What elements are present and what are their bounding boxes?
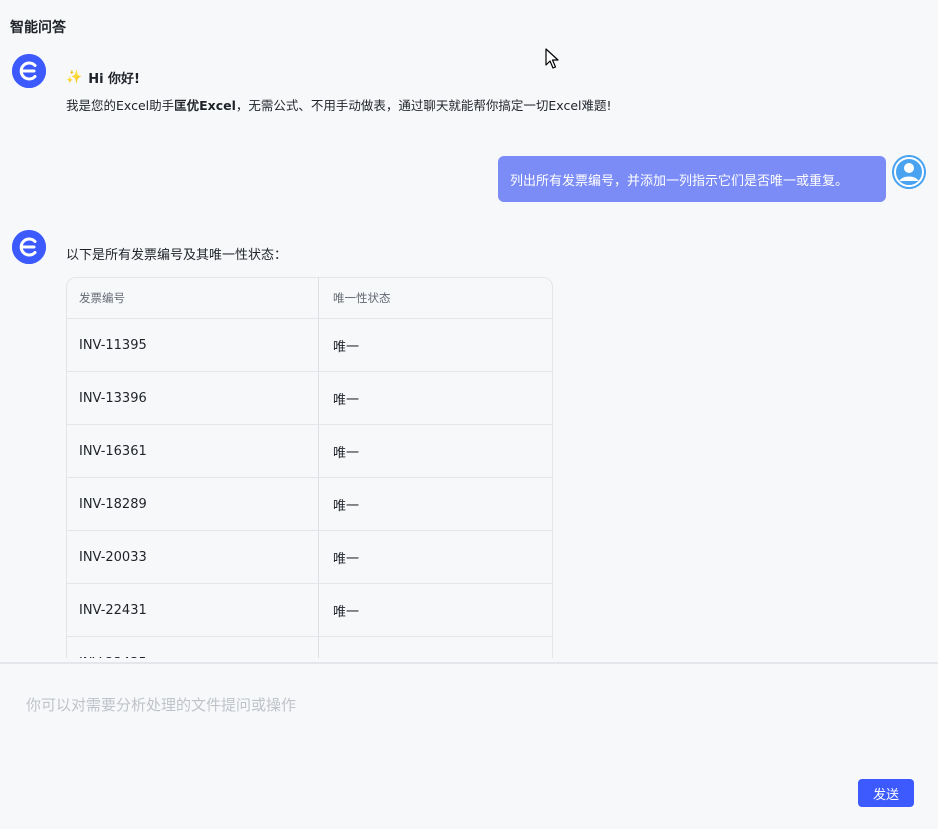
chat-history[interactable]: ✨ Hi 你好! 我是您的Excel助手匡优Excel，无需公式、不用手动做表，… [0, 40, 938, 658]
invoice-number-cell: INV-13396 [67, 372, 319, 424]
uniqueness-cell: 唯一 [333, 604, 360, 620]
invoice-number-cell: INV-23435 [67, 637, 319, 658]
bot-avatar [12, 54, 46, 88]
uniqueness-cell: 唯一 [333, 445, 360, 461]
column-header-invoice-number: 发票编号 [67, 278, 319, 318]
invoice-number-cell: INV-11395 [67, 319, 319, 371]
intro-suffix: ，无需公式、不用手动做表，通过聊天就能帮你搞定一切Excel难题! [235, 98, 612, 113]
composer: 发送 [0, 664, 938, 829]
prompt-input[interactable] [26, 690, 906, 720]
greeting-intro: 我是您的Excel助手匡优Excel，无需公式、不用手动做表，通过聊天就能帮你搞… [66, 95, 612, 114]
excel-logo-icon [12, 54, 46, 88]
user-message-bubble: 列出所有发票编号，并添加一列指示它们是否唯一或重复。 [498, 156, 886, 202]
answer-intro: 以下是所有发票编号及其唯一性状态： [66, 248, 288, 263]
chat-page: 智能问答 ✨ Hi 你好! 我是您的Excel助手匡优Excel，无需公式、不用… [0, 0, 938, 829]
bot-avatar [12, 230, 46, 264]
column-header-uniqueness: 唯一性状态 [333, 291, 391, 305]
uniqueness-cell: 唯一 [333, 498, 360, 514]
intro-prefix: 我是您的Excel助手 [66, 98, 175, 113]
table-row: INV-22431 唯一 [67, 584, 552, 637]
table-row: INV-20033 唯一 [67, 531, 552, 584]
brand-name: 匡优Excel [174, 98, 236, 113]
table-row: INV-16361 唯一 [67, 425, 552, 478]
table-row: INV-11395 唯一 [67, 319, 552, 372]
uniqueness-cell: 唯一 [333, 339, 360, 355]
mouse-pointer-icon [545, 48, 559, 69]
uniqueness-cell: 唯一 [319, 637, 552, 659]
invoice-table: 发票编号 唯一性状态 INV-11395 唯一 INV-13396 唯一 INV… [66, 277, 553, 658]
table-row: INV-23435 唯一 [67, 637, 552, 658]
send-button[interactable]: 发送 [858, 779, 914, 807]
invoice-number-cell: INV-22431 [67, 584, 319, 636]
invoice-number-cell: INV-20033 [67, 531, 319, 583]
user-avatar [892, 155, 926, 189]
page-title: 智能问答 [10, 20, 66, 36]
user-avatar-icon [892, 155, 926, 189]
excel-logo-icon [12, 230, 46, 264]
table-row: INV-18289 唯一 [67, 478, 552, 531]
invoice-number-cell: INV-18289 [67, 478, 319, 530]
table-header-row: 发票编号 唯一性状态 [67, 278, 552, 319]
table-row: INV-13396 唯一 [67, 372, 552, 425]
greeting-hello: Hi 你好! [88, 72, 140, 87]
sparkle-icon: ✨ [66, 70, 83, 85]
uniqueness-cell: 唯一 [333, 551, 360, 567]
uniqueness-cell: 唯一 [333, 392, 360, 408]
invoice-number-cell: INV-16361 [67, 425, 319, 477]
greeting-title: ✨ Hi 你好! [66, 68, 140, 87]
